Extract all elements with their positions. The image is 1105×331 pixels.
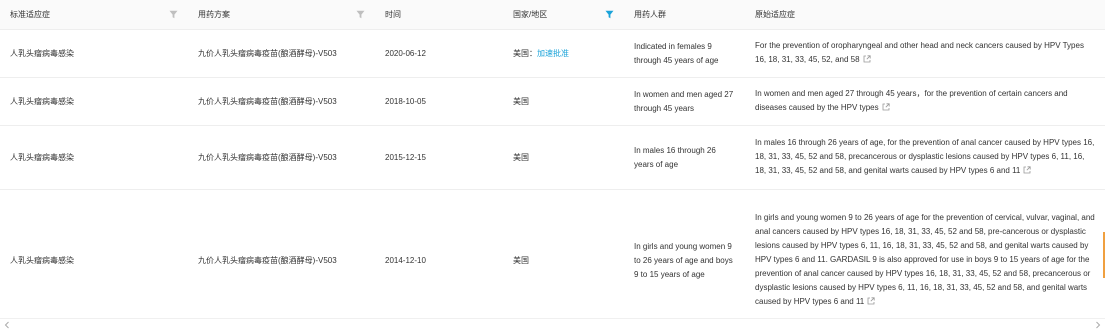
cell-indication: 人乳头瘤病毒感染 bbox=[0, 125, 188, 190]
cell-country: 美国 bbox=[503, 125, 624, 190]
scroll-right-arrow-icon[interactable] bbox=[1095, 321, 1101, 329]
column-header-label: 用药人群 bbox=[634, 10, 666, 19]
original-indication-text: For the prevention of oropharyngeal and … bbox=[755, 41, 1084, 64]
table-row[interactable]: 人乳头瘤病毒感染 九价人乳头瘤病毒疫苗(酿酒酵母)-V503 2015-12-1… bbox=[0, 125, 1105, 190]
country-text: 美国 bbox=[513, 153, 529, 162]
external-link-icon[interactable] bbox=[867, 296, 875, 310]
column-header-label: 原始适应症 bbox=[755, 10, 795, 19]
country-text: 美国 bbox=[513, 256, 529, 265]
horizontal-scrollbar[interactable] bbox=[0, 318, 1105, 331]
filter-icon[interactable] bbox=[605, 10, 614, 19]
column-header-population: 用药人群 bbox=[624, 0, 745, 30]
cell-original-indication: For the prevention of oropharyngeal and … bbox=[745, 29, 1105, 78]
cell-population: In girls and young women 9 to 26 years o… bbox=[624, 189, 745, 318]
filter-icon[interactable] bbox=[169, 10, 178, 19]
cell-country: 美国 bbox=[503, 189, 624, 318]
original-indication-text: In girls and young women 9 to 26 years o… bbox=[755, 213, 1095, 306]
cell-indication: 人乳头瘤病毒感染 bbox=[0, 189, 188, 318]
external-link-icon[interactable] bbox=[1023, 165, 1031, 179]
cell-regimen: 九价人乳头瘤病毒疫苗(酿酒酵母)-V503 bbox=[188, 77, 375, 126]
cell-date: 2018-10-05 bbox=[375, 77, 503, 126]
cell-date: 2020-06-12 bbox=[375, 29, 503, 78]
table-row[interactable]: 人乳头瘤病毒感染 九价人乳头瘤病毒疫苗(酿酒酵母)-V503 2018-10-0… bbox=[0, 77, 1105, 126]
cell-regimen: 九价人乳头瘤病毒疫苗(酿酒酵母)-V503 bbox=[188, 125, 375, 190]
column-header-label: 用药方案 bbox=[198, 10, 230, 19]
cell-population: In women and men aged 27 through 45 year… bbox=[624, 77, 745, 126]
external-link-icon[interactable] bbox=[863, 54, 871, 68]
cell-country: 美国 bbox=[503, 77, 624, 126]
table-header-row: 标准适应症 用药方案 时间 国家/地区 用药人群 原始适应症 bbox=[0, 0, 1105, 30]
indications-table: 标准适应症 用药方案 时间 国家/地区 用药人群 原始适应症 人乳头瘤病毒感染 … bbox=[0, 0, 1105, 318]
column-header-original-indication: 原始适应症 bbox=[745, 0, 1105, 30]
cell-population: In males 16 through 26 years of age bbox=[624, 125, 745, 190]
filter-icon[interactable] bbox=[356, 10, 365, 19]
cell-date: 2014-12-10 bbox=[375, 189, 503, 318]
country-text: 美国： bbox=[513, 49, 537, 58]
cell-regimen: 九价人乳头瘤病毒疫苗(酿酒酵母)-V503 bbox=[188, 29, 375, 78]
external-link-icon[interactable] bbox=[882, 102, 890, 116]
original-indication-text: In males 16 through 26 years of age, for… bbox=[755, 138, 1095, 175]
scroll-left-arrow-icon[interactable] bbox=[4, 321, 10, 329]
column-header-label: 标准适应症 bbox=[10, 10, 50, 19]
cell-date: 2015-12-15 bbox=[375, 125, 503, 190]
cell-original-indication: In women and men aged 27 through 45 year… bbox=[745, 77, 1105, 126]
column-header-date: 时间 bbox=[375, 0, 503, 30]
column-header-label: 时间 bbox=[385, 10, 401, 19]
cell-population: Indicated in females 9 through 45 years … bbox=[624, 29, 745, 78]
column-header-regimen: 用药方案 bbox=[188, 0, 375, 30]
cell-regimen: 九价人乳头瘤病毒疫苗(酿酒酵母)-V503 bbox=[188, 189, 375, 318]
indications-table-container: 标准适应症 用药方案 时间 国家/地区 用药人群 原始适应症 人乳头瘤病毒感染 … bbox=[0, 0, 1105, 318]
cell-indication: 人乳头瘤病毒感染 bbox=[0, 77, 188, 126]
country-text: 美国 bbox=[513, 97, 529, 106]
original-indication-text: In women and men aged 27 through 45 year… bbox=[755, 89, 1068, 112]
cell-indication: 人乳头瘤病毒感染 bbox=[0, 29, 188, 78]
cell-country: 美国：加速批准 bbox=[503, 29, 624, 78]
column-header-country: 国家/地区 bbox=[503, 0, 624, 30]
column-header-label: 国家/地区 bbox=[513, 10, 548, 19]
cell-original-indication: In males 16 through 26 years of age, for… bbox=[745, 125, 1105, 190]
accelerated-approval-link[interactable]: 加速批准 bbox=[537, 49, 569, 58]
column-header-standard-indication: 标准适应症 bbox=[0, 0, 188, 30]
table-row[interactable]: 人乳头瘤病毒感染 九价人乳头瘤病毒疫苗(酿酒酵母)-V503 2014-12-1… bbox=[0, 189, 1105, 318]
cell-original-indication: In girls and young women 9 to 26 years o… bbox=[745, 189, 1105, 318]
table-row[interactable]: 人乳头瘤病毒感染 九价人乳头瘤病毒疫苗(酿酒酵母)-V503 2020-06-1… bbox=[0, 29, 1105, 78]
